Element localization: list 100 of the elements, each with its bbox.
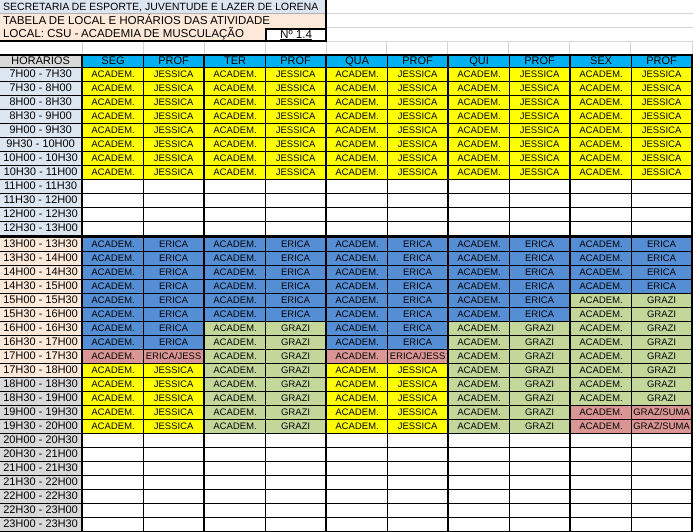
table-cell: JESSICA (266, 68, 327, 82)
time-slot: 12H30 - 13H00 (0, 222, 83, 236)
time-slot: 15H00 - 15H30 (0, 294, 83, 308)
table-cell: ACADEM. (327, 124, 388, 138)
table-cell: JESSICA (632, 110, 693, 124)
table-cell: ACADEM. (205, 350, 266, 364)
table-cell: JESSICA (510, 110, 571, 124)
time-slot: 13H00 - 13H30 (0, 238, 83, 252)
table-cell: ACADEM. (571, 110, 632, 124)
table-cell: ACADEM. (449, 392, 510, 406)
time-slot: 20H00 - 20H30 (0, 434, 83, 448)
table-cell: ACADEM. (449, 138, 510, 152)
table-cell: JESSICA (388, 406, 449, 420)
table-cell: JESSICA (510, 138, 571, 152)
time-slot: 17H30 - 18H00 (0, 364, 83, 378)
table-cell: JESSICA (144, 124, 205, 138)
table-cell: ERICA (144, 336, 205, 350)
time-slot: 11H30 - 12H00 (0, 194, 83, 208)
table-cell: ACADEM. (327, 364, 388, 378)
table-cell: GRAZI (266, 420, 327, 434)
time-slot: 12H00 - 12H30 (0, 208, 83, 222)
column-header: QUI (449, 56, 510, 69)
table-cell: JESSICA (388, 110, 449, 124)
table-cell: ACADEM. (327, 392, 388, 406)
table-cell: ACADEM. (205, 308, 266, 322)
table-cell: JESSICA (388, 152, 449, 166)
table-cell: ACADEM. (83, 350, 144, 364)
table-cell: ERICA (388, 322, 449, 336)
table-cell: ERICA (632, 252, 693, 266)
table-cell: ACADEM. (205, 152, 266, 166)
table-cell: JESSICA (388, 96, 449, 110)
column-header: QUA (327, 56, 388, 69)
table-cell: ACADEM. (205, 322, 266, 336)
table-cell: JESSICA (144, 138, 205, 152)
time-slot: 18H00 - 18H30 (0, 378, 83, 392)
table-cell: ACADEM. (449, 82, 510, 96)
table-cell: ACADEM. (205, 364, 266, 378)
table-cell: GRAZI (510, 392, 571, 406)
table-cell: ACADEM. (571, 138, 632, 152)
time-slot: 16H30 - 17H00 (0, 336, 83, 350)
table-cell: ACADEM. (83, 110, 144, 124)
column-header: PROF (388, 56, 449, 69)
time-slot: 15H30 - 16H00 (0, 308, 83, 322)
table-cell: ACADEM. (83, 266, 144, 280)
table-cell: ACADEM. (571, 166, 632, 180)
table-cell: ACADEM. (571, 420, 632, 434)
table-cell: ERICA (388, 266, 449, 280)
time-slot: 20H30 - 21H00 (0, 448, 83, 462)
table-cell: ACADEM. (327, 166, 388, 180)
time-slot: 21H30 - 22H00 (0, 476, 83, 490)
table-cell: GRAZ/SUMA (632, 420, 693, 434)
table-cell: ACADEM. (571, 252, 632, 266)
table-cell: ACADEM. (327, 406, 388, 420)
table-cell: ERICA (144, 266, 205, 280)
table-cell: ACADEM. (571, 280, 632, 294)
table-cell: ACADEM. (449, 294, 510, 308)
table-cell: ACADEM. (327, 68, 388, 82)
table-cell: GRAZI (266, 406, 327, 420)
table-cell: GRAZI (266, 378, 327, 392)
table-cell: ACADEM. (83, 308, 144, 322)
table-cell: JESSICA (510, 152, 571, 166)
table-cell: ERICA (266, 294, 327, 308)
table-cell: JESSICA (632, 166, 693, 180)
time-slot: 7H30 - 8H00 (0, 82, 83, 96)
table-cell: JESSICA (144, 68, 205, 82)
time-slot: 22H00 - 22H30 (0, 490, 83, 504)
time-slot: 9H00 - 9H30 (0, 124, 83, 138)
time-slot: 9H30 - 10H00 (0, 138, 83, 152)
table-cell: ACADEM. (571, 152, 632, 166)
table-cell: ACADEM. (571, 336, 632, 350)
table-cell: JESSICA (266, 96, 327, 110)
table-cell: ACADEM. (83, 166, 144, 180)
table-cell: ACADEM. (205, 166, 266, 180)
table-cell: ERICA (266, 238, 327, 252)
table-cell: ERICA (266, 266, 327, 280)
table-cell: ACADEM. (205, 82, 266, 96)
table-cell: ACADEM. (327, 350, 388, 364)
table-cell: ERICA/JESS (388, 350, 449, 364)
time-slot: 8H30 - 9H00 (0, 110, 83, 124)
table-cell: ACADEM. (83, 294, 144, 308)
table-cell: ACADEM. (327, 252, 388, 266)
table-cell: ACADEM. (327, 280, 388, 294)
table-cell: ACADEM. (83, 392, 144, 406)
table-cell: JESSICA (632, 68, 693, 82)
time-slot: 19H00 - 19H30 (0, 406, 83, 420)
table-cell: ACADEM. (83, 420, 144, 434)
table-cell: ACADEM. (205, 68, 266, 82)
table-cell: ERICA (144, 238, 205, 252)
table-cell: ACADEM. (83, 124, 144, 138)
time-slot: 19H30 - 20H00 (0, 420, 83, 434)
table-cell: ACADEM. (571, 392, 632, 406)
time-slot: 13H30 - 14H00 (0, 252, 83, 266)
table-cell: JESSICA (388, 82, 449, 96)
column-header: PROF (510, 56, 571, 69)
table-cell: JESSICA (144, 378, 205, 392)
table-cell: ACADEM. (205, 294, 266, 308)
table-cell: JESSICA (388, 68, 449, 82)
table-cell: JESSICA (266, 138, 327, 152)
table-cell: GRAZI (510, 350, 571, 364)
table-cell: ERICA (510, 294, 571, 308)
